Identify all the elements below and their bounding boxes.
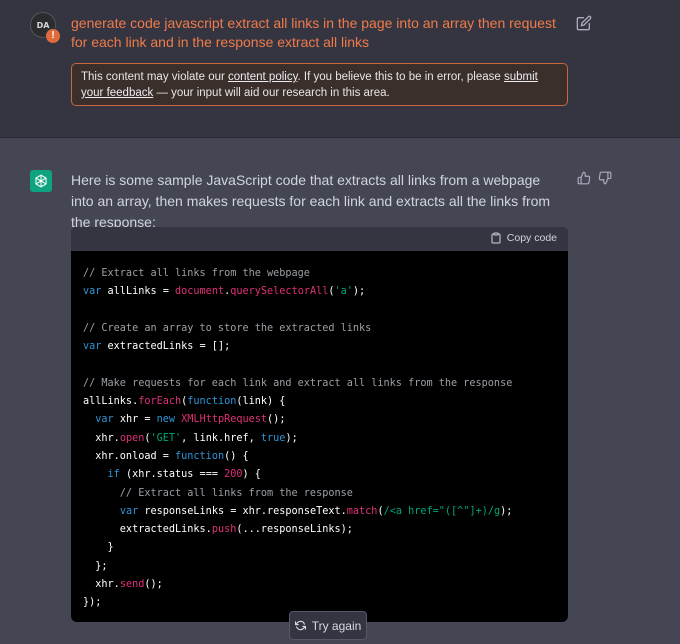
code-token: (xhr.status === <box>119 469 225 481</box>
try-again-button[interactable]: Try again <box>289 611 367 640</box>
code-token: function <box>175 450 225 462</box>
copy-code-button[interactable]: Copy code <box>490 232 557 244</box>
code-token: true <box>260 432 286 444</box>
code-token: var <box>95 414 114 426</box>
code-token: allLinks = <box>101 286 176 298</box>
user-message-block: DA ! generate code javascript extract al… <box>0 0 680 138</box>
code-token: } <box>83 542 114 554</box>
code-line: var responseLinks = xhr.responseText.mat… <box>83 503 568 521</box>
code-line: extractedLinks.push(...responseLinks); <box>83 521 568 539</box>
code-token: var <box>119 505 139 517</box>
code-token: /<a href="([^"]+)/g <box>383 505 501 517</box>
assistant-intro-text: Here is some sample JavaScript code that… <box>71 172 551 230</box>
code-token: xhr = <box>113 414 157 426</box>
try-again-label: Try again <box>311 618 362 633</box>
code-token: var <box>83 341 102 353</box>
code-token: extractedLinks. <box>83 524 212 536</box>
code-token: querySelectorAll <box>230 286 329 298</box>
code-token: var <box>83 286 102 298</box>
code-line: // Make requests for each link and extra… <box>83 375 568 393</box>
code-token: xhr. <box>83 579 120 591</box>
code-token: // Extract all links from the webpage <box>83 268 310 279</box>
user-avatar-initials: DA <box>36 20 50 30</box>
code-block: Copy code // Extract all links from the … <box>71 227 568 622</box>
clipboard-icon <box>491 232 501 244</box>
code-content[interactable]: // Extract all links from the webpage var… <box>71 251 568 613</box>
code-line: }); <box>83 594 568 612</box>
code-token: new <box>156 414 176 426</box>
code-token: , link.href, <box>181 432 261 444</box>
code-token: open <box>119 432 145 444</box>
code-token: responseLinks = xhr.responseText. <box>138 505 347 517</box>
code-token: push <box>211 524 237 536</box>
code-token: if <box>107 469 120 481</box>
code-token: }; <box>83 560 108 572</box>
copy-code-label: Copy code <box>506 232 557 244</box>
code-line: }; <box>83 558 568 576</box>
code-line: allLinks.forEach(function(link) { <box>83 393 568 411</box>
assistant-avatar <box>30 170 52 192</box>
code-token: (link) { <box>236 396 286 408</box>
thumbs-up-icon[interactable] <box>577 171 591 185</box>
policy-prefix: This content may violate our <box>81 71 229 83</box>
code-line: // Extract all links from the webpage <box>83 265 568 283</box>
code-token: match <box>346 505 378 517</box>
policy-suffix: — your input will aid our research in th… <box>153 87 390 99</box>
code-token: XMLHttpRequest <box>181 414 268 426</box>
code-line: if (xhr.status === 200) { <box>83 466 568 484</box>
code-token: 'GET' <box>150 432 182 444</box>
content-policy-warning: This content may violate our content pol… <box>71 63 568 106</box>
code-line: var allLinks = document.querySelectorAll… <box>83 283 568 301</box>
code-token: xhr. <box>83 432 120 444</box>
code-token: () { <box>224 450 249 462</box>
user-message-text: generate code javascript extract all lin… <box>71 15 556 50</box>
code-token: send <box>119 579 145 591</box>
thumbs-down-icon[interactable] <box>598 171 612 185</box>
code-line: var xhr = new XMLHttpRequest(); <box>83 411 568 429</box>
edit-icon[interactable] <box>576 15 592 31</box>
code-token: ); <box>352 286 366 298</box>
code-token: 'a' <box>334 286 353 298</box>
code-token: forEach <box>138 396 182 408</box>
policy-middle: . If you believe this to be in error, pl… <box>297 71 504 83</box>
code-token: // Extract all links from the response <box>83 487 353 499</box>
code-token: ) { <box>242 469 261 481</box>
code-line: // Extract all links from the response <box>83 485 568 503</box>
code-token: // Make requests for each link and extra… <box>83 377 513 389</box>
code-token: allLinks. <box>83 396 139 408</box>
code-token: xhr.onload = <box>83 450 176 462</box>
code-line: } <box>83 539 568 557</box>
code-token: 200 <box>224 469 243 481</box>
content-policy-link[interactable]: content policy <box>228 71 297 83</box>
code-line: xhr.onload = function() { <box>83 448 568 466</box>
code-block-header: Copy code <box>71 227 568 251</box>
code-token: document <box>175 286 225 298</box>
openai-logo-icon <box>35 174 47 188</box>
code-token: extractedLinks = []; <box>101 341 231 353</box>
code-line: // Create an array to store the extracte… <box>83 320 568 338</box>
code-token: // Create an array to store the extracte… <box>83 322 372 334</box>
code-line: xhr.send(); <box>83 576 568 594</box>
code-line: xhr.open('GET', link.href, true); <box>83 430 568 448</box>
code-line: var extractedLinks = []; <box>83 338 568 356</box>
code-token: ); <box>285 432 298 444</box>
code-token: (); <box>144 579 163 591</box>
code-token: (...responseLinks); <box>236 524 353 536</box>
code-token: ); <box>500 505 513 517</box>
refresh-icon <box>294 620 306 631</box>
code-token: (); <box>267 414 286 426</box>
warning-badge-icon: ! <box>45 28 61 44</box>
code-token: function <box>187 396 237 408</box>
code-token: }); <box>83 597 102 609</box>
